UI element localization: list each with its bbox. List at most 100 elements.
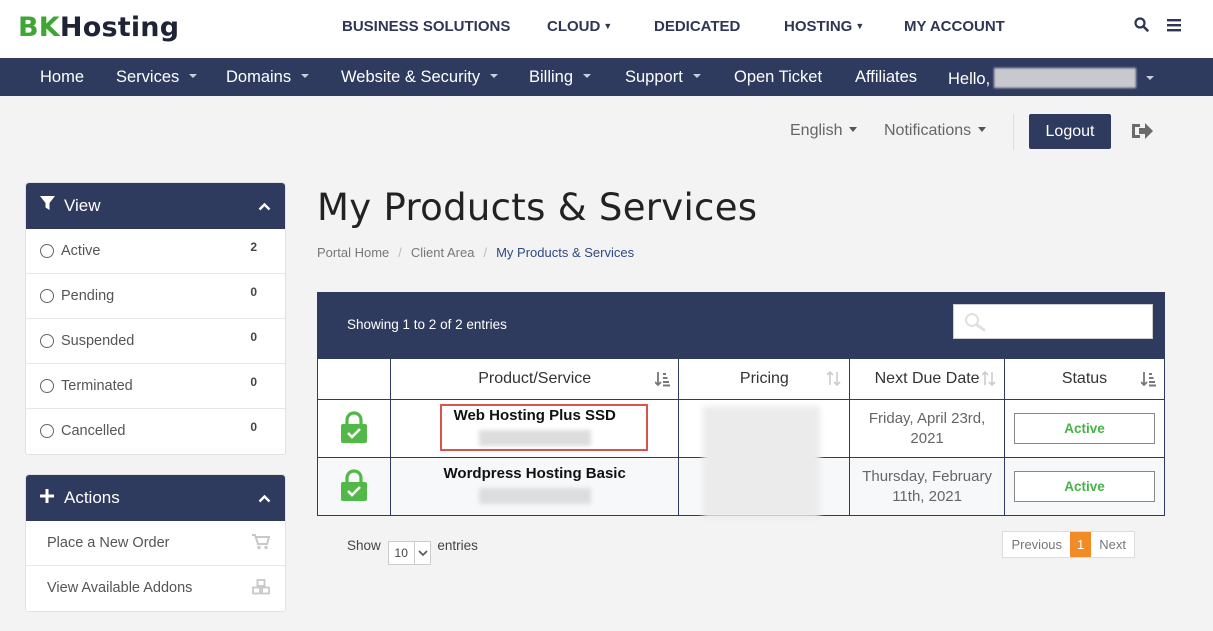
pagination-previous[interactable]: Previous — [1003, 532, 1070, 557]
nav-label: Open Ticket — [734, 68, 823, 86]
filter-suspended[interactable]: Suspended 0 — [26, 319, 285, 364]
column-header-next-due-date[interactable]: Next Due Date — [849, 358, 1005, 400]
table-search[interactable] — [953, 304, 1153, 339]
column-header-pricing[interactable]: Pricing — [678, 358, 851, 400]
cart-icon — [252, 534, 271, 554]
ssl-cell — [317, 457, 391, 516]
breadcrumb-client-area[interactable]: Client Area — [411, 245, 475, 260]
topnav-cloud[interactable]: CLOUD ▼ — [547, 18, 612, 35]
filter-label: Active — [61, 243, 101, 259]
topnav-label: MY ACCOUNT — [904, 18, 1005, 35]
redacted-domain — [478, 488, 591, 504]
status-badge: Active — [1014, 413, 1155, 444]
chevron-down-icon — [692, 74, 701, 78]
logo-bk: BK — [18, 12, 60, 43]
topnav-dedicated[interactable]: DEDICATED — [654, 18, 740, 35]
filter-cancelled[interactable]: Cancelled 0 — [26, 409, 285, 454]
view-addons-link[interactable]: View Available Addons — [26, 566, 285, 611]
radio-icon[interactable] — [40, 334, 54, 348]
topnav-hosting[interactable]: HOSTING ▼ — [784, 18, 864, 35]
notifications-dropdown[interactable]: Notifications — [884, 122, 987, 140]
column-header-status[interactable]: Status — [1004, 358, 1165, 400]
nav-affiliates[interactable]: Affiliates — [855, 68, 917, 87]
filter-icon — [40, 196, 58, 216]
chevron-down-icon: ▼ — [855, 21, 865, 31]
lock-check-icon — [340, 410, 368, 448]
chevron-up-icon[interactable] — [258, 196, 271, 216]
nav-website-security[interactable]: Website & Security — [341, 68, 499, 87]
chevron-up-icon[interactable] — [258, 488, 271, 508]
due-date-cell: Friday, April 23rd, 2021 — [849, 399, 1005, 458]
filter-label: Pending — [61, 288, 115, 304]
nav-home[interactable]: Home — [40, 68, 84, 87]
table-info: Showing 1 to 2 of 2 entries — [347, 317, 507, 332]
topnav-label: HOSTING — [784, 18, 853, 35]
actions-panel-header[interactable]: Actions — [26, 475, 285, 521]
chevron-down-icon — [301, 74, 310, 78]
redacted-username — [994, 68, 1137, 88]
logo[interactable]: BKHosting — [18, 12, 179, 43]
radio-icon[interactable] — [40, 424, 54, 438]
place-new-order-link[interactable]: Place a New Order — [26, 521, 285, 566]
filter-terminated[interactable]: Terminated 0 — [26, 364, 285, 409]
logout-button[interactable]: Logout — [1029, 114, 1111, 149]
language-selector[interactable]: English — [790, 122, 858, 140]
filter-label: Terminated — [61, 378, 133, 394]
chevron-down-icon — [1146, 76, 1155, 80]
search-icon[interactable] — [1133, 17, 1149, 37]
filter-count: 0 — [250, 330, 257, 344]
nav-account-menu[interactable]: Hello, — [948, 68, 1155, 89]
radio-icon[interactable] — [40, 244, 54, 258]
nav-billing[interactable]: Billing — [529, 68, 592, 87]
view-panel-header[interactable]: View — [26, 183, 285, 229]
nav-label: Website & Security — [341, 68, 481, 86]
nav-open-ticket[interactable]: Open Ticket — [734, 68, 822, 87]
search-input[interactable] — [994, 310, 1144, 334]
pagination-next[interactable]: Next — [1091, 532, 1134, 557]
due-date-line: 2021 — [910, 429, 944, 447]
radio-icon[interactable] — [40, 379, 54, 393]
chevron-down-icon — [413, 542, 430, 564]
topnav-label: BUSINESS SOLUTIONS — [342, 18, 511, 35]
top-header: BKHosting BUSINESS SOLUTIONS CLOUD ▼ DEDI… — [0, 0, 1213, 58]
sign-out-icon[interactable] — [1130, 121, 1154, 146]
topnav-label: DEDICATED — [654, 18, 741, 35]
view-panel-title: View — [64, 196, 101, 215]
filter-label: Cancelled — [61, 423, 126, 439]
filter-count: 2 — [250, 240, 257, 254]
breadcrumb-separator: / — [398, 245, 402, 260]
topnav-my-account[interactable]: MY ACCOUNT — [904, 18, 1005, 35]
highlight-box — [439, 404, 648, 451]
topnav-business-solutions[interactable]: BUSINESS SOLUTIONS — [342, 18, 510, 35]
breadcrumb: Portal Home / Client Area / My Products & Se… — [317, 245, 634, 260]
column-header-product[interactable]: Product/Service — [389, 358, 680, 400]
status-badge: Active — [1014, 471, 1155, 502]
entries-label: entries — [437, 538, 478, 553]
plus-icon — [40, 488, 58, 508]
product-name[interactable]: Wordpress Hosting Basic — [391, 465, 679, 482]
column-label: Next Due Date — [874, 370, 980, 387]
nav-services[interactable]: Services — [116, 68, 198, 87]
actions-panel-title: Actions — [64, 488, 120, 507]
due-date-line: Friday, April 23rd, — [868, 409, 986, 427]
view-panel: View Active 2 Pending 0 Suspended 0 Termina… — [25, 182, 286, 455]
breadcrumb-portal-home[interactable]: Portal Home — [317, 245, 389, 260]
search-icon — [964, 312, 988, 337]
radio-icon[interactable] — [40, 289, 54, 303]
column-label: Pricing — [739, 370, 789, 387]
filter-label: Suspended — [61, 333, 135, 349]
filter-pending[interactable]: Pending 0 — [26, 274, 285, 319]
menu-icon[interactable] — [1167, 18, 1181, 37]
redacted-pricing — [703, 406, 820, 518]
nav-support[interactable]: Support — [625, 68, 701, 87]
filter-active[interactable]: Active 2 — [26, 229, 285, 274]
chevron-down-icon — [490, 74, 499, 78]
chevron-down-icon — [583, 74, 592, 78]
filter-count: 0 — [250, 375, 257, 389]
pagination-page[interactable]: 1 — [1070, 532, 1092, 557]
page-length-select[interactable]: 10 — [387, 541, 431, 565]
product-cell[interactable]: Web Hosting Plus SSD — [389, 399, 680, 458]
nav-domains[interactable]: Domains — [226, 68, 310, 87]
chevron-down-icon: ▼ — [603, 21, 613, 31]
product-cell[interactable]: Wordpress Hosting Basic — [389, 457, 680, 516]
